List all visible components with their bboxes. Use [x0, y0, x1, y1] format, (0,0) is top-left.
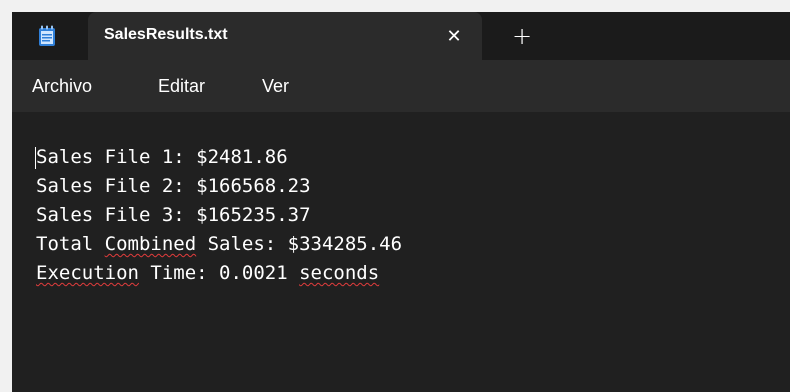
new-tab-button[interactable]: + [508, 22, 536, 50]
misspelled-word: seconds [299, 262, 380, 284]
tab-salesresults[interactable]: SalesResults.txt ✕ [88, 12, 482, 60]
text-segment: Sales File 3: $165235.37 [36, 204, 311, 226]
text-line: Sales File 1: $2481.86 [36, 143, 402, 172]
menu-bar: Archivo Editar Ver [12, 60, 790, 112]
misspelled-word: Combined [104, 233, 197, 255]
text-segment: Sales: $334285.46 [196, 233, 403, 255]
text-editor[interactable]: Sales File 1: $2481.86 Sales File 2: $166… [12, 112, 790, 392]
menu-archivo[interactable]: Archivo [32, 76, 92, 97]
tab-title: SalesResults.txt [104, 26, 228, 43]
text-segment: Time: 0.0021 [138, 262, 300, 284]
text-line: Execution Time: 0.0021 seconds [36, 259, 402, 288]
close-tab-button[interactable]: ✕ [440, 22, 468, 50]
text-line: Total Combined Sales: $334285.46 [36, 230, 402, 259]
title-bar: SalesResults.txt ✕ + [12, 12, 790, 60]
notepad-window: SalesResults.txt ✕ + Archivo Editar Ver … [12, 12, 790, 392]
text-segment: Sales File 1: $2481.86 [36, 146, 288, 168]
menu-ver[interactable]: Ver [262, 76, 289, 97]
plus-icon: + [511, 22, 533, 50]
misspelled-word: Execution [36, 262, 139, 284]
text-line: Sales File 2: $166568.23 [36, 172, 402, 201]
text-segment: Sales File 2: $166568.23 [36, 175, 311, 197]
notepad-icon [38, 25, 56, 47]
text-caret [35, 147, 36, 169]
close-icon: ✕ [446, 25, 462, 47]
menu-editar[interactable]: Editar [158, 76, 205, 97]
text-line: Sales File 3: $165235.37 [36, 201, 402, 230]
text-segment: Total [36, 233, 105, 255]
document-text: Sales File 1: $2481.86 Sales File 2: $166… [36, 143, 402, 288]
